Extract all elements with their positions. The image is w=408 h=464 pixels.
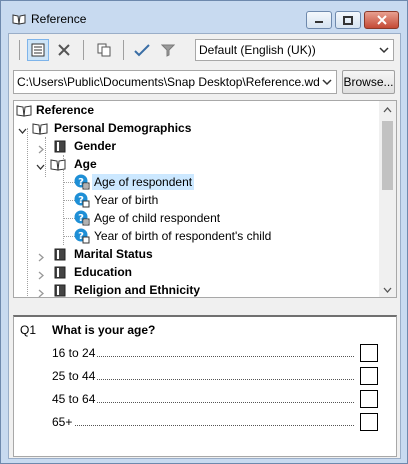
tree-item-label: Personal Demographics	[54, 121, 192, 135]
minimize-icon	[315, 21, 323, 23]
chevron-down-icon	[320, 71, 332, 93]
check-button[interactable]	[131, 39, 153, 61]
close-button[interactable]	[364, 11, 399, 29]
reference-view-button[interactable]	[27, 39, 49, 61]
chevron-down-icon[interactable]	[18, 123, 27, 134]
tree-item-label: Year of birth	[94, 193, 159, 207]
browse-button[interactable]: Browse...	[342, 70, 395, 94]
filter-button[interactable]	[157, 39, 179, 61]
toolbar: Default (English (UK))	[9, 34, 400, 66]
scrollbar-thumb[interactable]	[382, 121, 393, 190]
reference-view-icon	[31, 43, 45, 57]
tree-item-religion-and-ethnicity[interactable]: Religion and Ethnicity	[36, 281, 201, 297]
tree-item-gender[interactable]: Gender	[36, 137, 116, 155]
path-select-value: C:\Users\Public\Documents\Snap Desktop\R…	[17, 75, 320, 89]
tree-item-label: Age of child respondent	[94, 211, 221, 225]
copy-button[interactable]	[93, 39, 115, 61]
answer-checkbox[interactable]	[360, 367, 378, 385]
tree-root-label: Reference	[36, 103, 95, 117]
check-icon	[134, 44, 150, 57]
tools-button[interactable]	[53, 39, 75, 61]
tree-item-year-of-birth[interactable]: ? Year of birth	[74, 191, 158, 209]
chevron-down-icon	[379, 40, 389, 60]
tree-item-label: Age of respondent	[92, 174, 195, 190]
reference-tree: Reference Personal Demographics Gender A…	[13, 100, 397, 298]
tree-item-label: Marital Status	[74, 247, 153, 261]
tree-item-label: Gender	[74, 139, 117, 153]
tree-item-age[interactable]: Age	[36, 155, 97, 173]
tree-item-marital-status[interactable]: Marital Status	[36, 245, 153, 263]
tools-icon	[58, 44, 70, 56]
answer-row: 25 to 44	[52, 367, 378, 385]
tree-item-year-of-birth-of-child[interactable]: ? Year of birth of respondent's child	[74, 227, 271, 245]
window-client: Default (English (UK)) C:\Users\Public\D…	[8, 33, 401, 459]
tree-item-age-of-respondent[interactable]: ? Age of respondent	[74, 173, 195, 191]
copy-icon	[97, 43, 111, 57]
tree-item-label: Year of birth of respondent's child	[94, 229, 272, 243]
tree-item-label: Religion and Ethnicity	[74, 283, 201, 297]
answer-label: 65+	[52, 415, 75, 429]
toolbar-separator	[83, 40, 84, 60]
question-preview: Q1 What is your age? 16 to 24 25 to 44 4…	[13, 315, 397, 457]
tree-item-label: Education	[74, 265, 133, 279]
book-open-icon	[50, 158, 66, 176]
chevron-down-icon[interactable]	[36, 159, 45, 170]
window-icon	[12, 14, 26, 25]
answer-row: 65+	[52, 413, 378, 431]
book-closed-icon	[54, 284, 66, 297]
tree-item-personal-demographics[interactable]: Personal Demographics	[18, 119, 191, 137]
answer-label: 25 to 44	[52, 369, 98, 383]
window-title: Reference	[31, 12, 87, 26]
title-bar[interactable]: Reference	[1, 1, 407, 35]
answer-row: 16 to 24	[52, 344, 378, 362]
tree-item-age-of-child-respondent[interactable]: ? Age of child respondent	[74, 209, 220, 227]
maximize-button[interactable]	[335, 11, 361, 29]
language-select[interactable]: Default (English (UK))	[195, 39, 394, 61]
tree-connector	[27, 128, 28, 297]
chevron-right-icon[interactable]	[36, 267, 45, 280]
chevron-right-icon[interactable]	[36, 249, 45, 262]
question-number: Q1	[20, 323, 37, 337]
answer-row: 45 to 64	[52, 390, 378, 408]
toolbar-separator	[19, 40, 20, 60]
answer-checkbox[interactable]	[360, 413, 378, 431]
chevron-right-icon[interactable]	[36, 141, 45, 154]
path-select[interactable]: C:\Users\Public\Documents\Snap Desktop\R…	[13, 70, 337, 94]
filter-icon	[161, 44, 175, 57]
close-icon	[376, 15, 387, 25]
answer-checkbox[interactable]	[360, 390, 378, 408]
tree-root[interactable]: Reference	[16, 101, 94, 119]
tree-item-education[interactable]: Education	[36, 263, 132, 281]
answer-checkbox[interactable]	[360, 344, 378, 362]
scroll-down-icon[interactable]	[383, 284, 392, 297]
language-select-value: Default (English (UK))	[199, 43, 316, 57]
question-text: What is your age?	[52, 323, 156, 337]
maximize-icon	[343, 15, 353, 25]
toolbar-separator	[123, 40, 124, 60]
leader-dots	[52, 425, 354, 426]
tree-item-label: Age	[74, 157, 97, 171]
tree-scrollbar[interactable]	[379, 101, 396, 297]
reference-window: Reference Default (English (UK)) C:\User…	[0, 0, 408, 464]
chevron-right-icon[interactable]	[36, 285, 45, 297]
scroll-up-icon[interactable]	[383, 104, 392, 118]
answer-label: 16 to 24	[52, 346, 98, 360]
answer-label: 45 to 64	[52, 392, 98, 406]
minimize-button[interactable]	[306, 11, 332, 29]
pane-splitter[interactable]	[13, 300, 397, 306]
